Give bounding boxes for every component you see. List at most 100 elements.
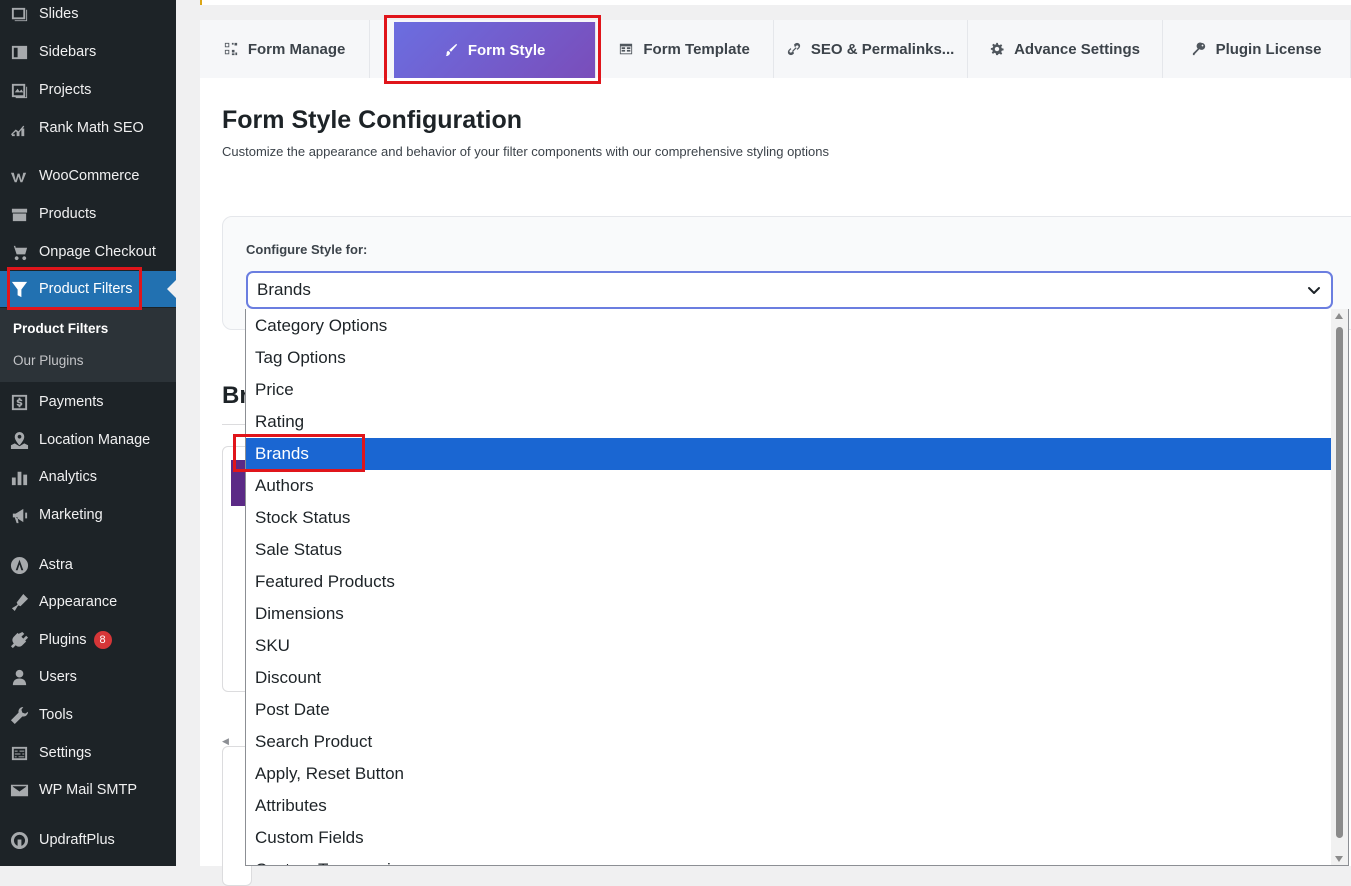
updraft-icon [9,830,29,850]
cart-icon [9,242,29,262]
sidebar-item-plugins[interactable]: Plugins 8 [0,622,176,658]
tab-label: Form Template [643,40,750,58]
sidebar-item-label: WooCommerce [39,168,140,184]
sidebar-item-appearance[interactable]: Appearance [0,584,176,620]
sidebar-item-marketing[interactable]: Marketing [0,497,176,533]
slides-icon [9,4,29,24]
tab-label: Form Manage [247,40,346,58]
sidebar-item-location-manage[interactable]: Location Manage [0,422,176,458]
tab-advance-settings[interactable]: Advance Settings [968,20,1163,78]
sidebar-item-analytics[interactable]: Analytics [0,459,176,495]
sidebar-item-onpage-checkout[interactable]: Onpage Checkout [0,234,176,270]
dropdown-option[interactable]: Price [246,374,1333,406]
dropdown-option[interactable]: Tag Options [246,342,1333,374]
dropdown-option[interactable]: Category Options [246,310,1333,342]
astra-icon [9,555,29,575]
sidebar-item-product-filters[interactable]: Product Filters [0,271,176,307]
sidebar-item-label: Plugins [39,632,87,648]
dropdown-option[interactable]: Rating [246,406,1333,438]
sidebar-item-projects[interactable]: Projects [0,72,176,108]
users-icon [9,667,29,687]
tab-seo-permalinks[interactable]: SEO & Permalinks... [774,20,969,78]
page-title: Form Style Configuration [222,106,522,134]
tab-label: Plugin License [1215,40,1322,58]
dropdown-option[interactable]: Custom Taxonomies [246,854,1333,865]
form-manage-icon [224,42,238,56]
chevron-down-icon [1308,287,1320,294]
sidebar-item-products[interactable]: Products [0,196,176,232]
sidebar-item-label: Users [39,669,77,685]
tools-icon [9,705,29,725]
mail-icon [9,780,29,800]
dropdown-option[interactable]: Custom Fields [246,822,1333,854]
sidebar-item-label: Sidebars [39,44,97,60]
gear-icon [990,42,1004,56]
submenu-item-our-plugins[interactable]: Our Plugins [13,353,84,368]
sidebar-item-label: Location Manage [39,432,151,448]
sidebar-item-payments[interactable]: Payments [0,384,176,420]
analytics-icon [9,467,29,487]
dropdown-option[interactable]: Attributes [246,790,1333,822]
sidebar-item-sidebars[interactable]: Sidebars [0,34,176,70]
sidebar-item-label: Appearance [39,594,118,610]
sidebars-icon [9,42,29,62]
sidebar-item-label: Analytics [39,469,98,485]
dropdown-option[interactable]: Discount [246,662,1333,694]
sidebar-item-label: Marketing [39,507,103,523]
sidebar-item-settings[interactable]: Settings [0,735,176,771]
dropdown-scrollbar[interactable] [1331,309,1348,865]
scrollbar-thumb[interactable] [1336,327,1343,838]
dropdown-option[interactable]: Stock Status [246,502,1333,534]
tab-form-manage[interactable]: Form Manage [200,20,371,78]
dropdown-option[interactable]: Search Product [246,726,1333,758]
dropdown-option[interactable]: Dimensions [246,598,1333,630]
scroll-down-arrow-icon[interactable] [1335,856,1343,862]
sidebar-item-updraftplus[interactable]: UpdraftPlus [0,822,176,858]
dropdown-option[interactable]: Apply, Reset Button [246,758,1333,790]
woocommerce-icon [9,166,29,186]
filter-icon [9,279,29,299]
submenu-item-product-filters[interactable]: Product Filters [13,321,108,336]
template-icon [619,42,633,56]
admin-sidebar: Slides Sidebars Projects Rank Math SEO WooCo… [0,0,176,866]
dropdown-option[interactable]: Authors [246,470,1333,502]
sidebar-item-label: Settings [39,745,92,761]
tab-form-template[interactable]: Form Template [596,20,775,78]
dropdown-option[interactable]: Brands [246,438,1333,470]
location-icon [9,430,29,450]
sidebar-item-slides[interactable]: Slides [0,0,176,32]
select-value: Brands [257,280,311,299]
dropdown-option[interactable]: Post Date [246,694,1333,726]
sidebar-item-woocommerce[interactable]: WooCommerce [0,158,176,194]
settings-icon [9,743,29,763]
sidebar-item-astra[interactable]: Astra [0,547,176,583]
tab-label: Advance Settings [1014,40,1140,58]
tab-label: SEO & Permalinks... [810,40,955,58]
sidebar-item-tools[interactable]: Tools [0,697,176,733]
brush-icon [444,43,458,57]
sidebar-item-label: Payments [39,394,104,410]
tab-bar: Form Manage Form Style Form Template SEO & … [200,20,1351,78]
tab-form-style[interactable]: Form Style [394,22,597,78]
sidebar-item-rank-math-seo[interactable]: Rank Math SEO [0,110,176,146]
sidebar-item-label: Product Filters [39,281,133,297]
sidebar-item-label: WP Mail SMTP [39,782,138,798]
sidebar-item-label: Astra [39,557,73,573]
sidebar-item-label: Onpage Checkout [39,244,156,260]
tab-plugin-license[interactable]: Plugin License [1163,20,1351,78]
link-icon [787,42,801,56]
key-icon [1192,42,1206,56]
dropdown-option[interactable]: Sale Status [246,534,1333,566]
projects-icon [9,80,29,100]
sidebar-item-label: Slides [39,6,79,22]
rank-math-icon [9,118,29,138]
scroll-up-arrow-icon[interactable] [1335,313,1343,319]
dropdown-option[interactable]: SKU [246,630,1333,662]
sidebar-item-label: Rank Math SEO [39,120,144,136]
dropdown-option[interactable]: Featured Products [246,566,1333,598]
sidebar-item-label: Tools [39,707,73,723]
sidebar-item-users[interactable]: Users [0,659,176,695]
style-target-select[interactable]: Brands [246,271,1333,309]
sidebar-item-wp-mail-smtp[interactable]: WP Mail SMTP [0,772,176,808]
style-target-dropdown[interactable]: Custom TaxonomiesCustom FieldsAttributes… [245,309,1349,866]
